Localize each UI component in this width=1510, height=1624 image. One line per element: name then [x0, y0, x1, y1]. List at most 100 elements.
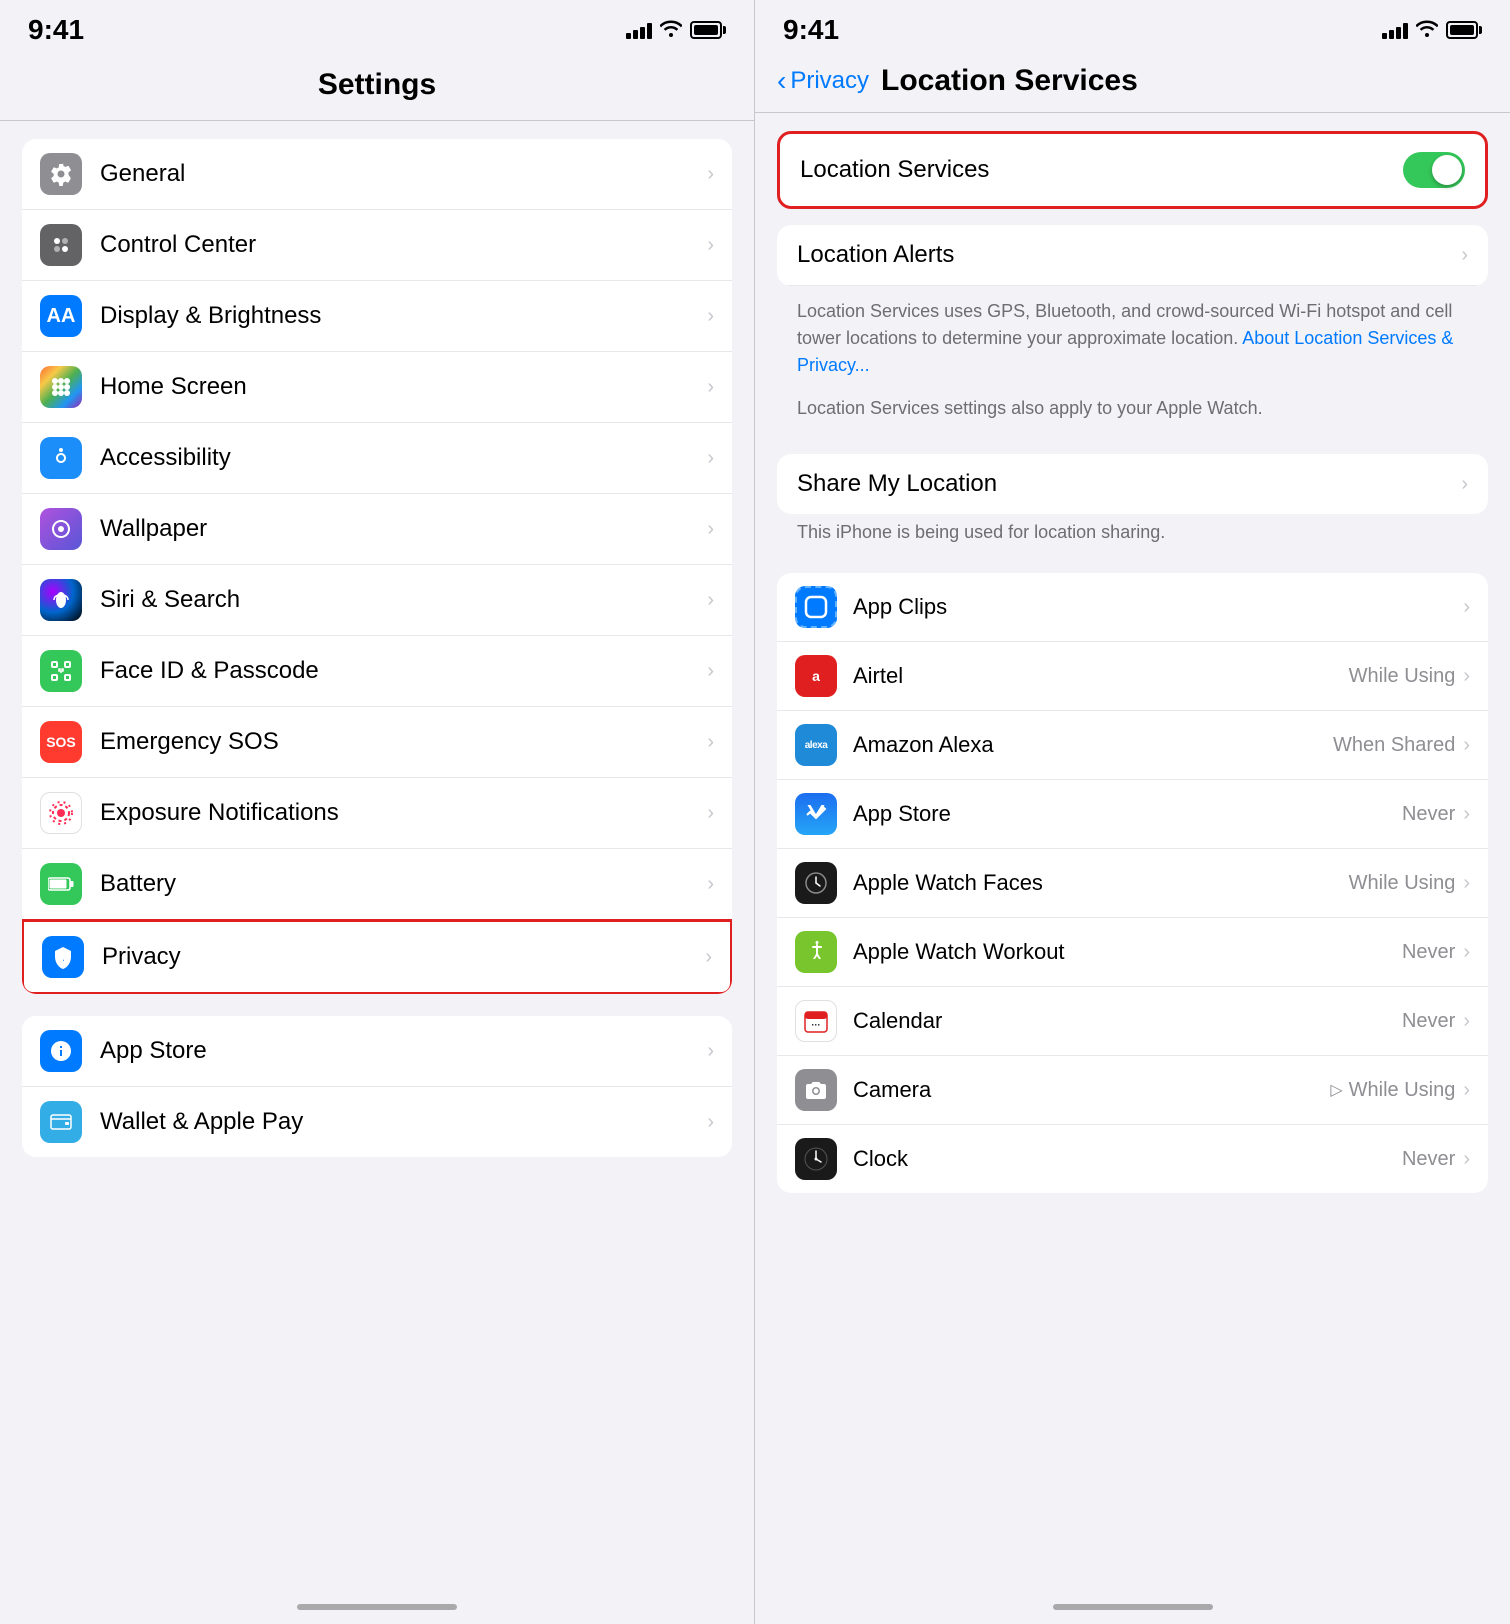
accessibility-label: Accessibility — [100, 444, 707, 472]
location-arrow-icon: ▷ — [1330, 1080, 1342, 1100]
calendar-item[interactable]: ··· Calendar Never › — [777, 987, 1488, 1056]
app-clips-chevron: › — [1463, 596, 1470, 619]
clock-item[interactable]: Clock Never › — [777, 1125, 1488, 1193]
battery-chevron: › — [707, 873, 714, 896]
apple-watch-workout-icon — [795, 931, 837, 973]
sidebar-item-accessibility[interactable]: Accessibility › — [22, 423, 732, 494]
appstore-icon-left — [40, 1030, 82, 1072]
alexa-status: When Shared — [1333, 734, 1455, 757]
right-home-indicator — [755, 1594, 1510, 1624]
exposure-label: Exposure Notifications — [100, 799, 707, 827]
camera-icon — [795, 1069, 837, 1111]
privacy-label: Privacy — [102, 943, 705, 971]
appstore-icon-right — [795, 793, 837, 835]
display-brightness-chevron: › — [707, 305, 714, 328]
amazon-alexa-item[interactable]: alexa Amazon Alexa When Shared › — [777, 711, 1488, 780]
appstore-status: Never — [1402, 803, 1455, 826]
sidebar-item-display-brightness[interactable]: AA Display & Brightness › — [22, 281, 732, 352]
apple-watch-workout-status: Never — [1402, 941, 1455, 964]
right-content: Location Services Location Alerts › Loca… — [755, 113, 1510, 1594]
sidebar-item-appstore[interactable]: App Store › — [22, 1016, 732, 1087]
emergency-sos-chevron: › — [707, 731, 714, 754]
wallet-chevron: › — [707, 1111, 714, 1134]
wallpaper-chevron: › — [707, 518, 714, 541]
clock-icon — [795, 1138, 837, 1180]
sidebar-item-exposure[interactable]: Exposure Notifications › — [22, 778, 732, 849]
alexa-chevron: › — [1463, 734, 1470, 757]
apple-watch-workout-name: Apple Watch Workout — [853, 939, 1402, 965]
sidebar-item-wallpaper[interactable]: Wallpaper › — [22, 494, 732, 565]
app-clips-name: App Clips — [853, 594, 1463, 620]
sidebar-item-control-center[interactable]: Control Center › — [22, 210, 732, 281]
location-toggle-switch[interactable] — [1403, 152, 1465, 188]
location-alerts-row[interactable]: Location Alerts › — [777, 225, 1488, 286]
sidebar-item-emergency-sos[interactable]: SOS Emergency SOS › — [22, 707, 732, 778]
appstore-chevron: › — [707, 1040, 714, 1063]
airtel-item[interactable]: a Airtel While Using › — [777, 642, 1488, 711]
sidebar-item-siri-search[interactable]: Siri & Search › — [22, 565, 732, 636]
face-id-icon — [40, 650, 82, 692]
back-label: Privacy — [790, 67, 869, 95]
wifi-icon — [660, 19, 682, 42]
calendar-icon: ··· — [795, 1000, 837, 1042]
settings-list: General › Control Center › AA Display & … — [0, 121, 754, 1594]
right-signal-bars-icon — [1382, 21, 1408, 39]
sidebar-item-face-id[interactable]: Face ID & Passcode › — [22, 636, 732, 707]
right-panel: 9:41 ‹ Privacy — [755, 0, 1510, 1624]
face-id-label: Face ID & Passcode — [100, 657, 707, 685]
display-brightness-label: Display & Brightness — [100, 302, 707, 330]
sidebar-item-general[interactable]: General › — [22, 139, 732, 210]
privacy-chevron: › — [705, 946, 712, 969]
right-battery-status-icon — [1446, 21, 1482, 39]
sidebar-item-privacy[interactable]: Privacy › — [22, 919, 732, 994]
calendar-status: Never — [1402, 1010, 1455, 1033]
general-chevron: › — [707, 163, 714, 186]
home-screen-chevron: › — [707, 376, 714, 399]
calendar-name: Calendar — [853, 1008, 1402, 1034]
accessibility-chevron: › — [707, 447, 714, 470]
apple-watch-faces-item[interactable]: Apple Watch Faces While Using › — [777, 849, 1488, 918]
home-screen-label: Home Screen — [100, 373, 707, 401]
appstore-name: App Store — [853, 801, 1402, 827]
alexa-name: Amazon Alexa — [853, 732, 1333, 758]
appstore-item[interactable]: App Store Never › — [777, 780, 1488, 849]
gear-icon — [40, 153, 82, 195]
sidebar-item-wallet[interactable]: Wallet & Apple Pay › — [22, 1087, 732, 1157]
left-status-icons — [626, 19, 726, 42]
siri-search-label: Siri & Search — [100, 586, 707, 614]
back-button[interactable]: ‹ Privacy — [777, 65, 869, 97]
appstore-chevron-right: › — [1463, 803, 1470, 826]
accessibility-icon — [40, 437, 82, 479]
face-id-chevron: › — [707, 660, 714, 683]
right-time: 9:41 — [783, 14, 839, 46]
siri-search-chevron: › — [707, 589, 714, 612]
apple-watch-workout-item[interactable]: Apple Watch Workout Never › — [777, 918, 1488, 987]
settings-title: Settings — [0, 56, 754, 121]
right-status-icons — [1382, 19, 1482, 42]
camera-chevron: › — [1463, 1079, 1470, 1102]
airtel-status: While Using — [1349, 665, 1456, 688]
apps-list-card: App Clips › a Airtel While Using › alexa — [777, 573, 1488, 1193]
sidebar-item-home-screen[interactable]: Home Screen › — [22, 352, 732, 423]
share-location-row[interactable]: Share My Location › — [777, 454, 1488, 514]
alexa-icon: alexa — [795, 724, 837, 766]
general-label: General — [100, 160, 707, 188]
airtel-chevron: › — [1463, 665, 1470, 688]
app-clips-item[interactable]: App Clips › — [777, 573, 1488, 642]
display-brightness-icon: AA — [40, 295, 82, 337]
camera-item[interactable]: Camera ▷ While Using › — [777, 1056, 1488, 1125]
clock-chevron: › — [1463, 1148, 1470, 1171]
right-wifi-icon — [1416, 19, 1438, 42]
apps-list-section: App Clips › a Airtel While Using › alexa — [777, 573, 1488, 1193]
share-sub-text: This iPhone is being used for location s… — [777, 514, 1488, 557]
location-toggle-section: Location Services — [777, 131, 1488, 209]
appstore-label: App Store — [100, 1037, 707, 1065]
camera-status: While Using — [1349, 1079, 1456, 1102]
sidebar-item-battery[interactable]: Battery › — [22, 849, 732, 920]
wallpaper-label: Wallpaper — [100, 515, 707, 543]
battery-icon-setting — [40, 863, 82, 905]
left-panel: 9:41 Settings — [0, 0, 755, 1624]
location-toggle-card: Location Services — [777, 131, 1488, 209]
calendar-chevron: › — [1463, 1010, 1470, 1033]
control-center-chevron: › — [707, 234, 714, 257]
